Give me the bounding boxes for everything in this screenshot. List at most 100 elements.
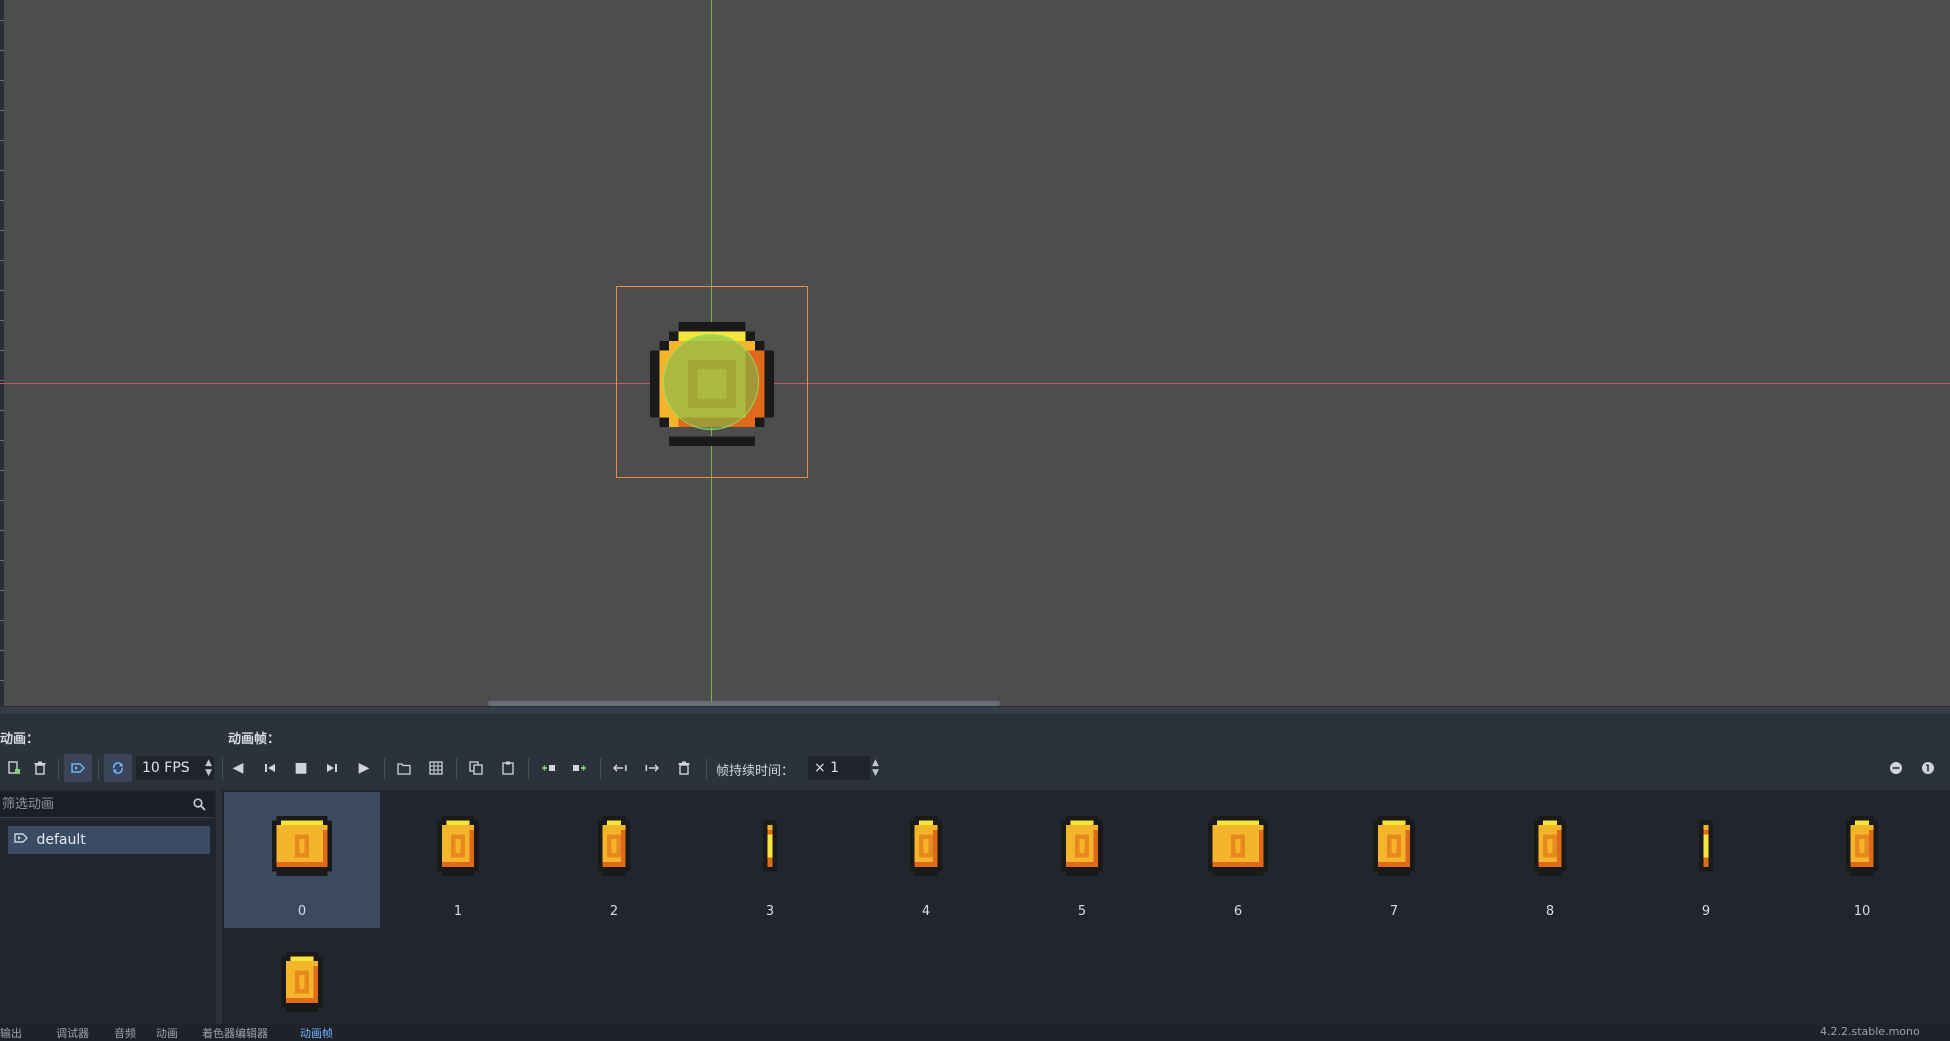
ruler-tick [0,50,4,51]
ruler-tick [0,110,4,111]
ruler-tick [0,290,4,291]
tab-output[interactable]: 输出 [0,1025,22,1041]
frames-section-label: 动画帧： [228,732,281,747]
ruler-tick [0,350,4,351]
search-icon [193,792,206,820]
fps-spinbox[interactable]: 10 FPS ▲ ▼ [136,756,214,780]
version-label: 4.2.2.stable.mono [1820,1025,1920,1038]
coin-frame-icon [1061,816,1103,876]
animation-filter-input[interactable]: 筛选动画 [0,792,214,818]
spinner-arrows-icon[interactable]: ▲ ▼ [872,758,879,778]
ruler-tick [0,650,4,651]
frame-thumbnail[interactable]: 9 [1628,792,1784,928]
frames-toolbar: 10 FPS ▲ ▼ ◀ ■ ▶ 帧持续时间： × 1 ▲ ▼ [0,754,1950,784]
insert-frame-after-icon[interactable] [566,754,594,782]
ruler-tick [0,170,4,171]
ruler-tick [0,230,4,231]
frame-index-label: 3 [765,904,775,919]
frame-thumbnail[interactable]: 1 [380,792,536,928]
frame-thumbnail[interactable]: 2 [536,792,692,928]
panel-splitter[interactable] [0,706,1950,714]
frame-duration-label: 帧持续时间： [716,764,795,779]
x-axis-line [0,383,1950,384]
copy-frame-icon[interactable] [462,754,490,782]
zoom-reset-icon[interactable] [1914,754,1942,782]
collision-shape-circle[interactable] [663,334,759,430]
coin-frame-icon [909,816,943,876]
tab-audio[interactable]: 音频 [114,1025,136,1041]
new-animation-icon[interactable] [0,754,28,782]
play-icon[interactable] [318,754,346,782]
spinner-arrows-icon[interactable]: ▲ ▼ [205,758,212,778]
move-frame-right-icon[interactable] [638,754,666,782]
delete-animation-icon[interactable] [26,754,54,782]
animation-list: 筛选动画 default [0,790,216,1024]
ruler-tick [0,440,4,441]
coin-frame-icon [281,952,323,1012]
fps-value: 10 FPS [142,760,190,776]
frame-duration-value: × 1 [814,760,840,776]
frame-thumbnail[interactable]: 11 [224,928,380,1024]
ruler-tick [0,590,4,591]
ruler-tick [0,470,4,471]
coin-frame-icon [1845,816,1879,876]
ruler-tick [0,380,4,381]
sprite-frames-panel: 动画： 动画帧： 10 FPS ▲ ▼ ◀ ■ ▶ 帧持续时间： × 1 ▲ ▼… [0,714,1950,1024]
frame-thumbnail[interactable]: 3 [692,792,848,928]
frame-index-label: 7 [1389,904,1399,919]
tab-animation[interactable]: 动画 [156,1025,178,1041]
tab-shader-editor[interactable]: 着色器编辑器 [202,1025,268,1041]
ruler-tick [0,200,4,201]
frames-grid[interactable]: 0 1 2 3 4 5 6 7 8 9 10 11 [222,790,1950,1024]
frame-index-label: 6 [1233,904,1243,919]
coin-frame-icon [437,816,479,876]
delete-frame-icon[interactable] [670,754,698,782]
move-frame-left-icon[interactable] [606,754,634,782]
ruler-tick [0,500,4,501]
zoom-out-icon[interactable] [1882,754,1910,782]
frame-thumbnail[interactable]: 7 [1316,792,1472,928]
frame-index-label: 1 [453,904,463,919]
stop-icon[interactable]: ■ [287,754,315,782]
frame-thumbnail[interactable]: 0 [224,792,380,928]
frame-index-label: 2 [609,904,619,919]
filter-placeholder: 筛选动画 [2,797,55,812]
ruler-tick [0,410,4,411]
frame-thumbnail[interactable]: 4 [848,792,1004,928]
paste-frame-icon[interactable] [494,754,522,782]
ruler-tick [0,140,4,141]
tab-sprite-frames[interactable]: 动画帧 [300,1025,333,1041]
load-frames-icon[interactable] [390,754,418,782]
insert-frame-before-icon[interactable] [534,754,562,782]
ruler-tick [0,560,4,561]
frame-duration-spinbox[interactable]: × 1 [808,756,870,780]
coin-frame-icon [597,816,631,876]
loop-toggle-icon[interactable] [104,754,132,782]
autoplay-on-load-icon[interactable] [64,754,92,782]
coin-frame-icon [272,816,332,876]
ruler-tick [0,260,4,261]
ruler-tick [0,80,4,81]
frame-thumbnail[interactable]: 6 [1160,792,1316,928]
tab-debugger[interactable]: 调试器 [56,1025,89,1041]
play-backwards-icon[interactable] [256,754,284,782]
frame-index-label: 0 [297,904,307,919]
animation-item-default[interactable]: default [8,826,210,854]
ruler-tick [0,320,4,321]
frame-index-label: 4 [921,904,931,919]
frame-thumbnail[interactable]: 10 [1784,792,1940,928]
canvas-viewport[interactable] [0,0,1950,706]
frame-thumbnail[interactable]: 8 [1472,792,1628,928]
animation-icon [10,826,32,854]
play-backwards-from-end-icon[interactable]: ◀ [224,754,252,782]
coin-frame-icon [1373,816,1415,876]
bottom-status-bar: 输出 调试器 音频 动画 着色器编辑器 动画帧 4.2.2.stable.mon… [0,1024,1950,1041]
coin-frame-icon [763,820,777,872]
play-from-start-icon[interactable]: ▶ [350,754,378,782]
coin-frame-icon [1208,816,1268,876]
frame-index-label: 9 [1701,904,1711,919]
coin-frame-icon [1699,820,1713,872]
sprite-sheet-grid-icon[interactable] [422,754,450,782]
frame-index-label: 10 [1853,904,1871,919]
frame-thumbnail[interactable]: 5 [1004,792,1160,928]
